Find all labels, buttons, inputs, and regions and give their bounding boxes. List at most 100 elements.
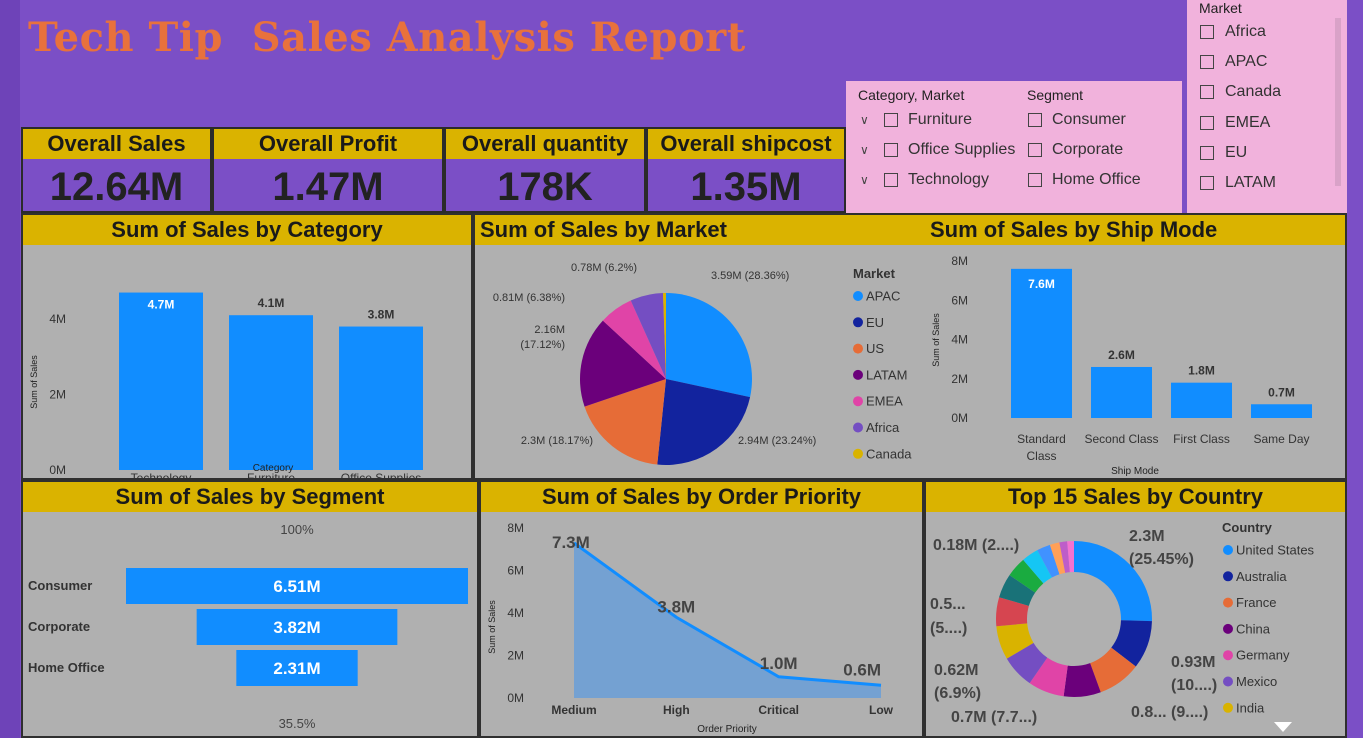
country-chart-panel: Top 15 Sales by Country 2.3M (25.45%) 0.93…: [924, 480, 1347, 738]
slicer-option-canada[interactable]: Canada: [1225, 83, 1281, 101]
legend-label: EU: [866, 315, 884, 330]
priority-chart-panel: Sum of Sales by Order Priority 0M 2M 4M 6M 8…: [479, 480, 924, 738]
checkbox-emea[interactable]: [1200, 116, 1214, 130]
slicer-option-latam[interactable]: LATAM: [1225, 174, 1276, 192]
legend-label: US: [866, 341, 884, 356]
slicer-option-furniture[interactable]: Furniture: [908, 111, 972, 129]
y-tick-label: 4M: [49, 312, 66, 326]
category-chart-panel: Sum of Sales by Category 0M 2M 4M Sum of Sa…: [21, 213, 473, 480]
data-label: 0.8... (9....): [1131, 704, 1208, 721]
data-label: 1.8M: [1188, 364, 1215, 378]
data-label: 0.6M: [843, 660, 881, 679]
legend-label: EMEA: [866, 394, 903, 409]
legend-label: Mexico: [1236, 674, 1277, 689]
kpi-card-sales[interactable]: Overall Sales 12.64M: [21, 127, 212, 213]
data-label: 2.6M: [1108, 348, 1135, 362]
checkbox-corporate[interactable]: [1028, 143, 1042, 157]
category-market-slicer-title: Category, Market: [858, 87, 965, 103]
data-label: 0.93M: [1171, 654, 1215, 671]
y-tick-label: 8M: [507, 521, 524, 535]
x-tick-label: Office Supplies: [341, 471, 422, 478]
kpi-label: Overall Sales: [23, 129, 210, 159]
y-axis-label: Sum of Sales: [487, 600, 497, 654]
kpi-card-profit[interactable]: Overall Profit 1.47M: [212, 127, 444, 213]
checkbox-furniture[interactable]: [884, 113, 898, 127]
data-label: (25.45%): [1129, 551, 1194, 568]
x-tick-label: First Class: [1173, 432, 1230, 446]
chart-title: Sum of Sales by Ship Mode: [930, 217, 1218, 242]
header-bar: Sum of Sales by Market Sum of Sales by S…: [475, 215, 1345, 245]
slicer-option-consumer[interactable]: Consumer: [1052, 111, 1126, 129]
legend-marker: [1223, 623, 1233, 634]
legend-marker: [1223, 597, 1233, 608]
kpi-card-shipcost[interactable]: Overall shipcost 1.35M: [646, 127, 846, 213]
checkbox-home-office[interactable]: [1028, 173, 1042, 187]
chart-title: Sum of Sales by Market: [480, 217, 727, 242]
market-pie-chart: 3.59M (28.36%) 2.94M (23.24%) 2.3M (18.17%…: [493, 262, 912, 465]
data-label: (17.12%): [520, 339, 565, 351]
kpi-card-quantity[interactable]: Overall quantity 178K: [444, 127, 646, 213]
slicer-option-home-office[interactable]: Home Office: [1052, 171, 1141, 189]
checkbox-africa[interactable]: [1200, 25, 1214, 39]
data-label: 0.18M (2....): [933, 537, 1019, 554]
y-tick-label: 2M: [951, 372, 968, 386]
y-tick-label: 0M: [507, 691, 524, 705]
slicer-option-apac[interactable]: APAC: [1225, 53, 1267, 71]
country-donut-chart: 2.3M (25.45%) 0.93M (10....) 0.8... (9....) 0…: [930, 520, 1315, 726]
category-segment-slicer: Category, Market Segment ∨ Furniture ∨ O…: [846, 81, 1182, 213]
legend-label: France: [1236, 595, 1276, 610]
x-axis-label: Ship Mode: [1111, 466, 1159, 477]
x-tick-label: Low: [869, 703, 894, 717]
chevron-down-icon[interactable]: ∨: [860, 173, 869, 187]
chevron-down-icon[interactable]: ∨: [860, 143, 869, 157]
chevron-down-icon[interactable]: ∨: [860, 113, 869, 127]
slicer-option-africa[interactable]: Africa: [1225, 23, 1266, 41]
kpi-label: Overall shipcost: [648, 129, 844, 159]
checkbox-latam[interactable]: [1200, 176, 1214, 190]
data-label: 2.31M: [273, 659, 320, 678]
market-shipmode-panel: Sum of Sales by Market Sum of Sales by S…: [473, 213, 1347, 480]
checkbox-canada[interactable]: [1200, 85, 1214, 99]
slicer-option-emea[interactable]: EMEA: [1225, 114, 1270, 132]
checkbox-apac[interactable]: [1200, 55, 1214, 69]
slicer-option-technology[interactable]: Technology: [908, 171, 989, 189]
category-label: Home Office: [28, 660, 105, 675]
checkbox-office-supplies[interactable]: [884, 143, 898, 157]
x-tick-label: Technology: [131, 471, 192, 478]
checkbox-eu[interactable]: [1200, 146, 1214, 160]
data-label: 7.3M: [552, 533, 590, 552]
data-label: 4.7M: [148, 298, 175, 312]
data-label: 3.8M: [657, 597, 695, 616]
bar: [119, 292, 203, 470]
legend-label: Germany: [1236, 648, 1290, 663]
slicer-option-corporate[interactable]: Corporate: [1052, 141, 1123, 159]
checkbox-consumer[interactable]: [1028, 113, 1042, 127]
checkbox-technology[interactable]: [884, 173, 898, 187]
data-label: 0.81M (6.38%): [493, 292, 565, 304]
x-tick-label: Class: [1026, 449, 1056, 463]
bar: [1011, 268, 1072, 418]
slicer-option-office-supplies[interactable]: Office Supplies: [908, 141, 1016, 159]
slicer-option-eu[interactable]: EU: [1225, 144, 1247, 162]
kpi-value: 1.47M: [272, 165, 384, 209]
slicer-scrollbar[interactable]: [1335, 18, 1341, 186]
scroll-down-icon[interactable]: [1274, 722, 1292, 732]
kpi-label: Overall quantity: [446, 129, 644, 159]
y-tick-label: 2M: [49, 387, 66, 401]
x-tick-label: Standard: [1017, 432, 1066, 446]
data-label: 2.3M (18.17%): [521, 435, 593, 447]
data-label: 0.5...: [930, 596, 966, 613]
x-tick-label: High: [663, 703, 690, 717]
legend-label: Africa: [866, 420, 900, 435]
chart-title: Sum of Sales by Segment: [23, 482, 477, 512]
y-tick-label: 8M: [951, 254, 968, 268]
chart-title: Sum of Sales by Order Priority: [481, 482, 922, 512]
kpi-value: 1.35M: [690, 165, 802, 209]
y-tick-label: 2M: [507, 649, 524, 663]
y-tick-label: 0M: [49, 463, 66, 477]
funnel-top-label: 100%: [280, 522, 314, 537]
data-label: 0.7M (7.7...): [951, 709, 1037, 726]
legend-label: APAC: [866, 289, 900, 304]
x-tick-label: Same Day: [1253, 432, 1309, 446]
y-tick-label: 4M: [507, 606, 524, 620]
